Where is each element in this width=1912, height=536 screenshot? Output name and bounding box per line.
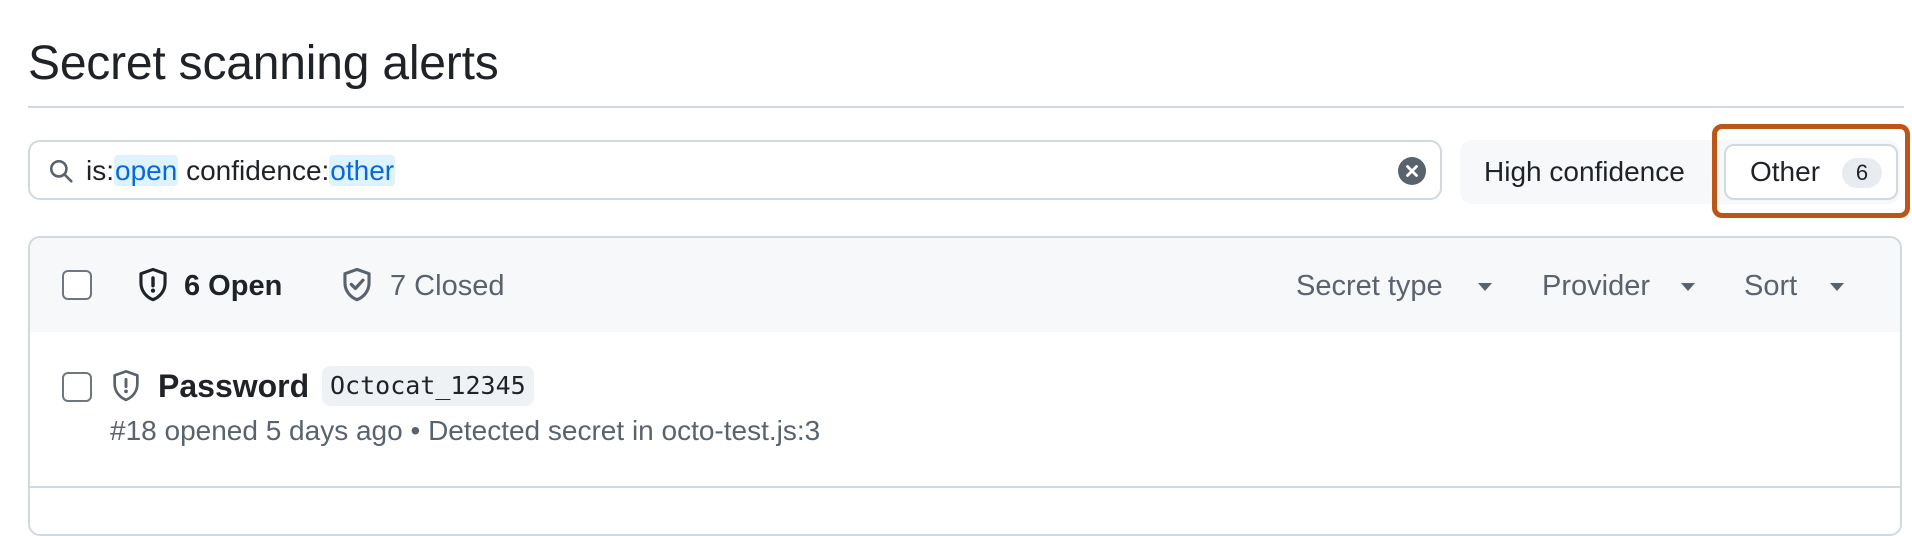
table-header: 6 Open 7 Closed Secret type Provider Sor… [30,238,1900,334]
caret-down-icon [1478,283,1492,291]
query-qualifier: is: [86,155,114,186]
closed-count[interactable]: 7 Closed [390,268,504,304]
provider-filter[interactable]: Provider [1542,268,1650,304]
secret-value-badge: Octocat_12345 [322,366,534,406]
search-input[interactable]: is:open confidence:other [28,140,1442,200]
clear-icon [1406,165,1418,177]
open-count[interactable]: 6 Open [184,268,282,304]
caret-down-icon [1830,283,1844,291]
shield-alert-icon [113,370,139,402]
high-confidence-button[interactable]: High confidence [1484,152,1685,192]
query-value-open: open [114,155,179,186]
title-divider [28,106,1904,108]
secret-type-filter[interactable]: Secret type [1296,268,1443,304]
alerts-table: 6 Open 7 Closed Secret type Provider Sor… [28,236,1902,536]
open-filter[interactable] [136,266,184,306]
query-value-other: other [329,155,396,186]
alert-meta: #18 opened 5 days ago • Detected secret … [110,415,821,446]
query-qualifier: confidence: [178,155,330,186]
caret-down-icon [1681,283,1695,291]
highlight-annotation [1712,124,1910,218]
alert-title-link[interactable]: Password [158,366,309,406]
search-query[interactable]: is:open confidence:other [86,155,396,187]
table-row[interactable]: Password Octocat_12345 #18 opened 5 days… [30,332,1900,488]
sort-filter[interactable]: Sort [1744,268,1797,304]
select-all-checkbox[interactable] [62,270,92,300]
alert-checkbox[interactable] [62,372,92,402]
search-icon [49,159,73,183]
shield-check-icon [343,267,371,302]
clear-search-button[interactable] [1398,157,1426,185]
shield-alert-icon [139,267,167,302]
page-title: Secret scanning alerts [28,37,499,90]
closed-filter[interactable] [340,266,380,306]
